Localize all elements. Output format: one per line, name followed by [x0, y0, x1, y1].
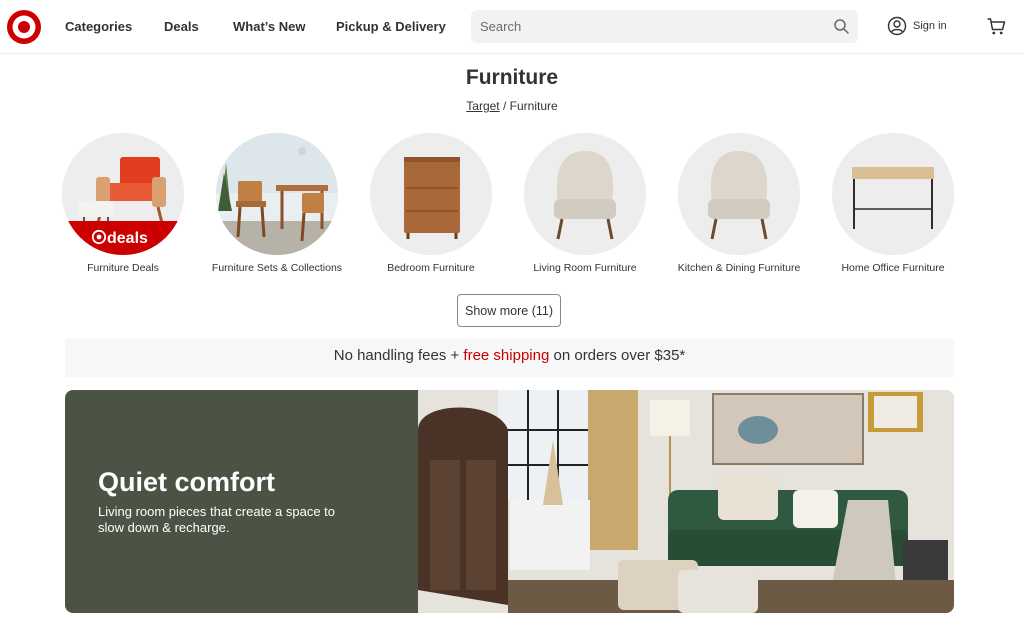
kitchen-dining-chair-image: [678, 133, 800, 255]
deals-badge-text: deals: [107, 230, 148, 246]
bedroom-furniture-image: [370, 133, 492, 255]
free-shipping-link[interactable]: free shipping: [463, 347, 549, 364]
account-icon: [887, 16, 907, 36]
sign-in-label: Sign in: [913, 20, 947, 32]
category-label: Kitchen & Dining Furniture: [677, 262, 801, 274]
nav-categories[interactable]: Categories: [65, 19, 132, 34]
search-bar: [471, 10, 858, 43]
nav-deals[interactable]: Deals: [164, 19, 199, 34]
category-label: Furniture Sets & Collections: [211, 262, 343, 274]
category-label: Living Room Furniture: [533, 262, 637, 274]
category-bedroom-furniture[interactable]: Bedroom Furniture: [356, 133, 506, 276]
promo-text-before: No handling fees +: [333, 347, 464, 364]
living-room-scene-image: [418, 390, 954, 613]
banner-title: Quiet comfort: [98, 467, 276, 497]
sign-in-button[interactable]: Sign in: [887, 16, 957, 38]
nav-pickup-delivery[interactable]: Pickup & Delivery: [336, 19, 446, 34]
category-furniture-deals[interactable]: deals Furniture Deals: [48, 133, 198, 276]
breadcrumb-link-target[interactable]: Target: [466, 99, 499, 113]
home-office-desk-image: [832, 133, 954, 255]
breadcrumb-separator: /: [502, 99, 507, 113]
living-room-chair-image: [524, 133, 646, 255]
target-logo-icon[interactable]: [7, 10, 41, 44]
category-label: Furniture Deals: [87, 262, 159, 274]
deals-badge: deals: [92, 229, 148, 246]
search-icon[interactable]: [833, 18, 850, 35]
promo-text-after: on orders over $35*: [549, 347, 686, 364]
page-title: Furniture: [465, 66, 559, 89]
breadcrumb: Target / Furniture: [0, 99, 1024, 113]
category-kitchen-dining-furniture[interactable]: Kitchen & Dining Furniture: [664, 133, 814, 276]
category-furniture-sets[interactable]: Furniture Sets & Collections: [202, 133, 352, 276]
furniture-sets-image: [216, 133, 338, 255]
category-living-room-furniture[interactable]: Living Room Furniture: [510, 133, 660, 276]
quiet-comfort-banner[interactable]: Quiet comfort Living room pieces that cr…: [65, 390, 954, 613]
show-more-button[interactable]: Show more (11): [457, 294, 561, 327]
search-input[interactable]: [471, 10, 811, 43]
banner-text-panel: Quiet comfort Living room pieces that cr…: [65, 390, 418, 613]
banner-subtitle: Living room pieces that create a space t…: [98, 504, 336, 535]
breadcrumb-current: Furniture: [509, 99, 558, 113]
category-home-office-furniture[interactable]: Home Office Furniture: [818, 133, 968, 276]
cart-icon[interactable]: [986, 16, 1007, 37]
category-label: Bedroom Furniture: [387, 262, 475, 274]
nav-whats-new[interactable]: What’s New: [233, 19, 305, 34]
category-label: Home Office Furniture: [841, 262, 945, 274]
promo-bar: No handling fees + free shipping on orde…: [65, 339, 954, 377]
site-header: Categories Deals What’s New Pickup & Del…: [0, 0, 1024, 54]
